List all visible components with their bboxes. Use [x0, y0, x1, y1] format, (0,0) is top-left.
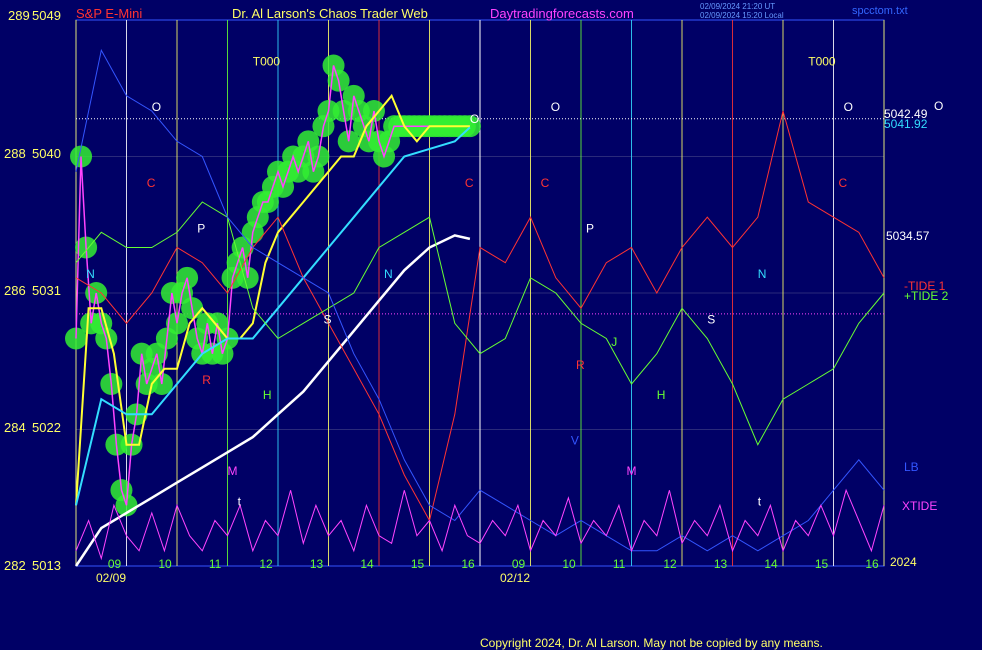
marker-letter: M: [228, 464, 238, 478]
x-tick-label: 10: [562, 557, 576, 571]
y-tick-left: 288: [4, 146, 26, 161]
source-file: spcctom.txt: [852, 5, 908, 17]
marker-letter: O: [551, 100, 560, 114]
chart-background: [0, 0, 982, 650]
instrument-label: S&P E-Mini: [76, 6, 142, 21]
marker-letter: P: [586, 221, 594, 235]
chaos-trader-chart: 09 10 11 12 13 14 15 16 09 10 11 12 13 14 15 16 O C P N S R H…: [0, 0, 982, 650]
x-tick-label: 13: [310, 557, 324, 571]
marker-letter: S: [707, 312, 715, 326]
marker-letter: V: [571, 434, 579, 448]
average-price-label: 5041.92: [884, 117, 928, 131]
marker-letter: S: [323, 312, 331, 326]
copyright-notice: Copyright 2024, Dr. Al Larson. May not b…: [480, 636, 823, 650]
marker-letter: O: [844, 100, 853, 114]
legend-tide2: +TIDE 2: [904, 289, 949, 303]
y-tick-price: 5040: [32, 146, 61, 161]
marker-letter: C: [147, 176, 156, 190]
marker-letter: H: [263, 388, 272, 402]
marker-letter: T000: [253, 55, 281, 69]
y-tick-price: 5031: [32, 283, 61, 298]
x-tick-label: 09: [108, 557, 122, 571]
date-label-day1: 02/09: [96, 571, 126, 585]
marker-letter: H: [657, 388, 666, 402]
x-tick-label: 14: [764, 557, 778, 571]
y-top-price-label: 5049: [32, 8, 61, 23]
marker-letter: O: [152, 100, 161, 114]
x-tick-label: 16: [461, 557, 475, 571]
x-tick-label: 11: [209, 557, 222, 571]
marker-letter: N: [86, 267, 95, 281]
marker-letter: N: [384, 267, 393, 281]
marker-letter: R: [202, 373, 211, 387]
marker-o-right: O: [934, 99, 943, 113]
y-tick-left: 286: [4, 283, 26, 298]
marker-letter: C: [839, 176, 848, 190]
x-tick-label: 15: [411, 557, 425, 571]
year-label: 2024: [890, 555, 917, 569]
legend-lb: LB: [904, 460, 919, 474]
y-tick-price: 5022: [32, 420, 61, 435]
marker-letter: J: [611, 335, 617, 349]
marker-letter: C: [465, 176, 474, 190]
x-tick-label: 10: [158, 557, 172, 571]
midline-price-label: 5034.57: [886, 229, 930, 243]
x-tick-label: 14: [360, 557, 374, 571]
marker-letter: M: [626, 464, 636, 478]
x-tick-label: 09: [512, 557, 526, 571]
marker-letter: C: [541, 176, 550, 190]
x-tick-label: 16: [865, 557, 879, 571]
marker-letter: N: [758, 267, 767, 281]
marker-letter: P: [197, 221, 205, 235]
x-tick-label: 11: [613, 557, 626, 571]
site-link[interactable]: Daytradingforecasts.com: [490, 6, 634, 21]
marker-letter: R: [576, 358, 585, 372]
x-tick-label: 13: [714, 557, 728, 571]
chart-title: Dr. Al Larson's Chaos Trader Web: [232, 6, 428, 21]
y-tick-price: 5013: [32, 558, 61, 573]
marker-letter: T000: [808, 55, 836, 69]
timestamp-local: 02/09/2024 15:20 Local: [700, 11, 784, 20]
x-tick-label: 12: [663, 557, 677, 571]
y-top-left-label: 289: [8, 8, 30, 23]
y-tick-left: 284: [4, 420, 26, 435]
x-tick-label: 15: [815, 557, 829, 571]
timestamp-utc: 02/09/2024 21:20 UT: [700, 2, 775, 11]
date-label-day2: 02/12: [500, 571, 530, 585]
marker-letter: O: [470, 112, 479, 126]
y-tick-left: 282: [4, 558, 26, 573]
legend-xtide: XTIDE: [902, 499, 937, 513]
x-tick-label: 12: [259, 557, 273, 571]
